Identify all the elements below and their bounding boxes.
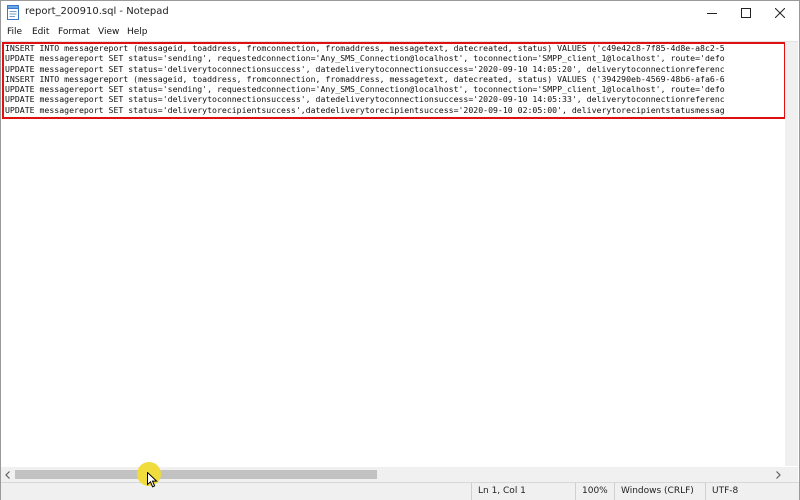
maximize-icon	[741, 8, 751, 18]
menu-file[interactable]: File	[7, 27, 22, 37]
notepad-icon	[7, 5, 19, 20]
minimize-button[interactable]	[695, 1, 729, 25]
scrollbar-corner	[785, 467, 798, 482]
mouse-pointer-icon	[147, 472, 158, 488]
text-editor[interactable]: INSERT INTO messagereport (messageid, to…	[1, 41, 798, 467]
status-encoding: UTF-8	[705, 483, 798, 500]
close-icon	[775, 8, 785, 18]
scroll-right-button[interactable]	[771, 467, 785, 482]
horizontal-scroll-thumb[interactable]	[15, 470, 377, 479]
menu-format[interactable]: Format	[58, 27, 90, 37]
menu-edit[interactable]: Edit	[32, 27, 49, 37]
minimize-icon	[707, 13, 717, 14]
chevron-left-icon	[5, 470, 10, 479]
close-button[interactable]	[763, 1, 797, 25]
title-bar[interactable]: report_200910.sql - Notepad	[1, 1, 799, 25]
status-line-endings: Windows (CRLF)	[614, 483, 703, 500]
chevron-right-icon	[776, 470, 781, 479]
highlight-annotation-box	[2, 42, 786, 119]
menu-bar: File Edit Format View Help	[1, 25, 799, 41]
status-bar: Ln 1, Col 1 100% Windows (CRLF) UTF-8	[1, 482, 799, 500]
vertical-scrollbar[interactable]	[785, 42, 798, 466]
scroll-left-button[interactable]	[1, 467, 15, 482]
window-title: report_200910.sql - Notepad	[25, 6, 169, 17]
menu-view[interactable]: View	[98, 27, 119, 37]
status-zoom: 100%	[575, 483, 614, 500]
menu-help[interactable]: Help	[127, 27, 148, 37]
notepad-window: report_200910.sql - Notepad File Edit Fo…	[0, 0, 800, 500]
maximize-button[interactable]	[729, 1, 763, 25]
horizontal-scrollbar[interactable]	[1, 467, 785, 482]
status-position: Ln 1, Col 1	[471, 483, 574, 500]
